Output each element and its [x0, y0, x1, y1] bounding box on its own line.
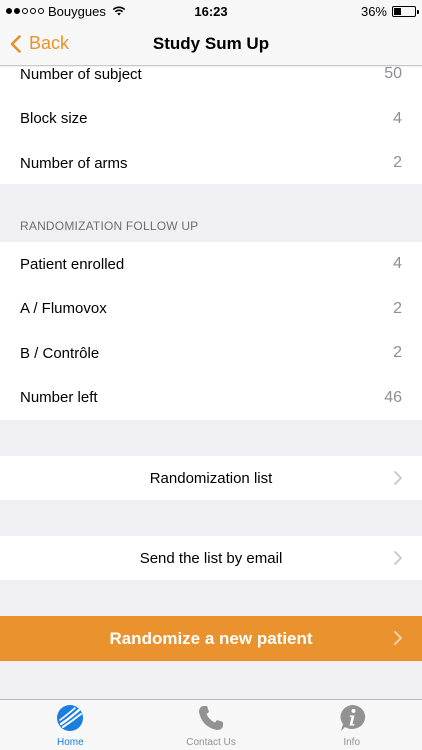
- setting-row-number-of-arms: Number of arms 2: [0, 141, 422, 186]
- follow-up-value: 2: [393, 299, 402, 317]
- chevron-right-icon: [394, 631, 402, 645]
- battery-icon: [392, 5, 419, 17]
- follow-up-value: 2: [393, 344, 402, 362]
- setting-label: Block size: [20, 110, 88, 128]
- setting-row-number-of-subject: Number of subject 50: [0, 67, 422, 97]
- follow-up-label: A / Flumovox: [20, 300, 107, 318]
- follow-up-group: Patient enrolled 4 A / Flumovox 2 B / Co…: [0, 242, 422, 420]
- phone-icon: [199, 706, 223, 730]
- info-icon: [340, 704, 365, 731]
- study-settings-group: Number of subject 50 Block size 4 Number…: [0, 67, 422, 184]
- study-summary-content[interactable]: Number of subject 50 Block size 4 Number…: [0, 67, 422, 699]
- setting-value: 2: [393, 154, 402, 172]
- follow-up-row-arm-a: A / Flumovox 2: [0, 287, 422, 332]
- tab-info[interactable]: Info: [281, 700, 422, 750]
- battery-percent: 36%: [360, 3, 387, 19]
- tab-label: Home: [56, 737, 84, 748]
- chevron-left-icon: [10, 34, 21, 53]
- follow-up-label: Patient enrolled: [20, 255, 125, 273]
- back-button-label: Back: [29, 33, 70, 53]
- tab-home[interactable]: Home: [0, 700, 141, 750]
- navigation-bar: Back Study Sum Up: [0, 22, 422, 66]
- randomize-new-patient-label: Randomize a new patient: [109, 628, 313, 648]
- status-bar: Bouygues 16:23 36%: [0, 0, 422, 22]
- setting-row-block-size: Block size 4: [0, 97, 422, 142]
- section-header-follow-up: RANDOMIZATION FOLLOW UP: [20, 219, 199, 233]
- follow-up-value: 4: [393, 255, 402, 273]
- tab-contact-us[interactable]: Contact Us: [141, 700, 282, 750]
- tab-bar: Home Contact Us Info: [0, 699, 422, 750]
- home-globe-icon: [57, 705, 84, 731]
- tab-label: Info: [343, 737, 361, 748]
- tab-label: Contact Us: [186, 737, 236, 748]
- follow-up-row-arm-b: B / Contrôle 2: [0, 331, 422, 376]
- send-list-email-label: Send the list by email: [139, 549, 283, 567]
- send-list-email-button[interactable]: Send the list by email: [0, 536, 422, 580]
- follow-up-label: B / Contrôle: [20, 344, 100, 362]
- follow-up-row-number-left: Number left 46: [0, 376, 422, 421]
- wifi-icon: [112, 6, 126, 16]
- chevron-right-icon: [394, 551, 402, 565]
- randomization-list-button[interactable]: Randomization list: [0, 456, 422, 500]
- signal-strength-icon: [6, 8, 44, 14]
- randomization-list-label: Randomization list: [149, 469, 273, 487]
- chevron-right-icon: [394, 471, 402, 485]
- setting-label: Number of arms: [20, 154, 128, 172]
- back-button[interactable]: Back: [0, 33, 69, 54]
- follow-up-label: Number left: [20, 389, 98, 407]
- follow-up-value: 46: [384, 388, 402, 406]
- setting-label: Number of subject: [20, 67, 142, 83]
- setting-value: 50: [384, 67, 402, 83]
- carrier-name: Bouygues: [48, 3, 106, 19]
- follow-up-row-patient-enrolled: Patient enrolled 4: [0, 242, 422, 287]
- randomize-new-patient-button[interactable]: Randomize a new patient: [0, 616, 422, 661]
- setting-value: 4: [393, 109, 402, 127]
